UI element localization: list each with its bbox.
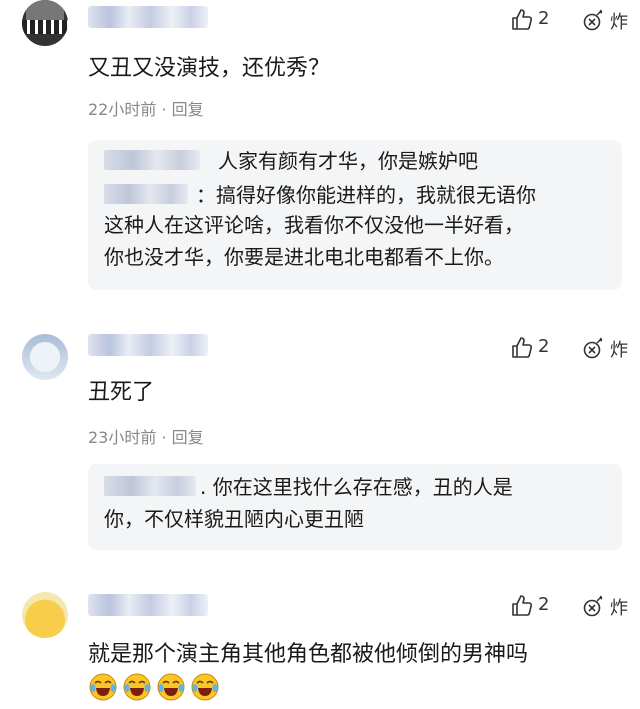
reply-line: 你，不仅样貌丑陋内心更丑陋 — [104, 507, 364, 531]
reply-username-blurred[interactable] — [104, 476, 196, 496]
reply-button[interactable]: 回复 — [172, 100, 204, 119]
reply-username-blurred[interactable] — [104, 184, 188, 204]
crying-laughing-emoji — [89, 673, 117, 701]
comment-actions: 2 炸 — [510, 6, 640, 34]
bomb-label[interactable]: 炸 — [610, 594, 628, 620]
crying-laughing-emoji — [191, 673, 219, 701]
comment-time: 23小时前 — [88, 428, 157, 447]
comment-actions: 2 炸 — [510, 592, 640, 620]
username-blurred[interactable] — [88, 594, 208, 616]
avatar[interactable] — [22, 592, 68, 638]
bomb-label[interactable]: 炸 — [610, 336, 628, 362]
like-count: 2 — [538, 594, 550, 615]
bomb-icon[interactable] — [582, 8, 606, 32]
crying-laughing-emoji — [157, 673, 185, 701]
meta-separator: · — [156, 428, 172, 447]
avatar[interactable] — [22, 334, 68, 380]
comment-text: 又丑又没演技，还优秀？ — [88, 56, 331, 81]
reply-line: ：搞得好像你能进样的，我就很无语你 — [196, 183, 536, 207]
comment-2: 2 炸 丑死了 23小时前 · 回复 . 你在这里找什么存在感，丑的人是 你，不… — [0, 330, 640, 560]
comment-1: 2 炸 又丑又没演技，还优秀？ 22小时前 · 回复 人家有颜有才华，你是嫉妒吧… — [0, 0, 640, 300]
reply-username-blurred[interactable] — [104, 150, 200, 170]
thumbs-up-icon[interactable] — [510, 336, 534, 360]
comment-meta: 22小时前 · 回复 — [88, 96, 204, 120]
avatar[interactable] — [22, 0, 68, 46]
bomb-icon[interactable] — [582, 594, 606, 618]
comment-meta: 23小时前 · 回复 — [88, 424, 204, 448]
comment-text: 丑死了 — [88, 380, 155, 405]
thumbs-up-icon[interactable] — [510, 594, 534, 618]
comment-actions: 2 炸 — [510, 334, 640, 362]
bomb-icon[interactable] — [582, 336, 606, 360]
reply-box: 人家有颜有才华，你是嫉妒吧 ：搞得好像你能进样的，我就很无语你 这种人在这评论啥… — [88, 140, 622, 290]
reply-line: 这种人在这评论啥，我看你不仅没他一半好看， — [104, 213, 524, 237]
crying-laughing-emoji — [123, 673, 151, 701]
thumbs-up-icon[interactable] — [510, 8, 534, 32]
comment-time: 22小时前 — [88, 100, 157, 119]
like-count: 2 — [538, 8, 550, 29]
reply-box: . 你在这里找什么存在感，丑的人是 你，不仅样貌丑陋内心更丑陋 — [88, 464, 622, 550]
username-blurred[interactable] — [88, 6, 208, 28]
reply-button[interactable]: 回复 — [172, 428, 204, 447]
bomb-label[interactable]: 炸 — [610, 8, 628, 34]
reply-line: . 你在这里找什么存在感，丑的人是 — [200, 475, 513, 499]
comment-text: 就是那个演主角其他角色都被他倾倒的男神吗 — [88, 642, 529, 667]
username-blurred[interactable] — [88, 334, 208, 356]
like-count: 2 — [538, 336, 550, 357]
comment-3: 2 炸 就是那个演主角其他角色都被他倾倒的男神吗 — [0, 588, 640, 709]
reply-line: 你也没才华，你要是进北电北电都看不上你。 — [104, 245, 504, 269]
reply-text: 人家有颜有才华，你是嫉妒吧 — [218, 149, 478, 173]
meta-separator: · — [156, 100, 172, 119]
